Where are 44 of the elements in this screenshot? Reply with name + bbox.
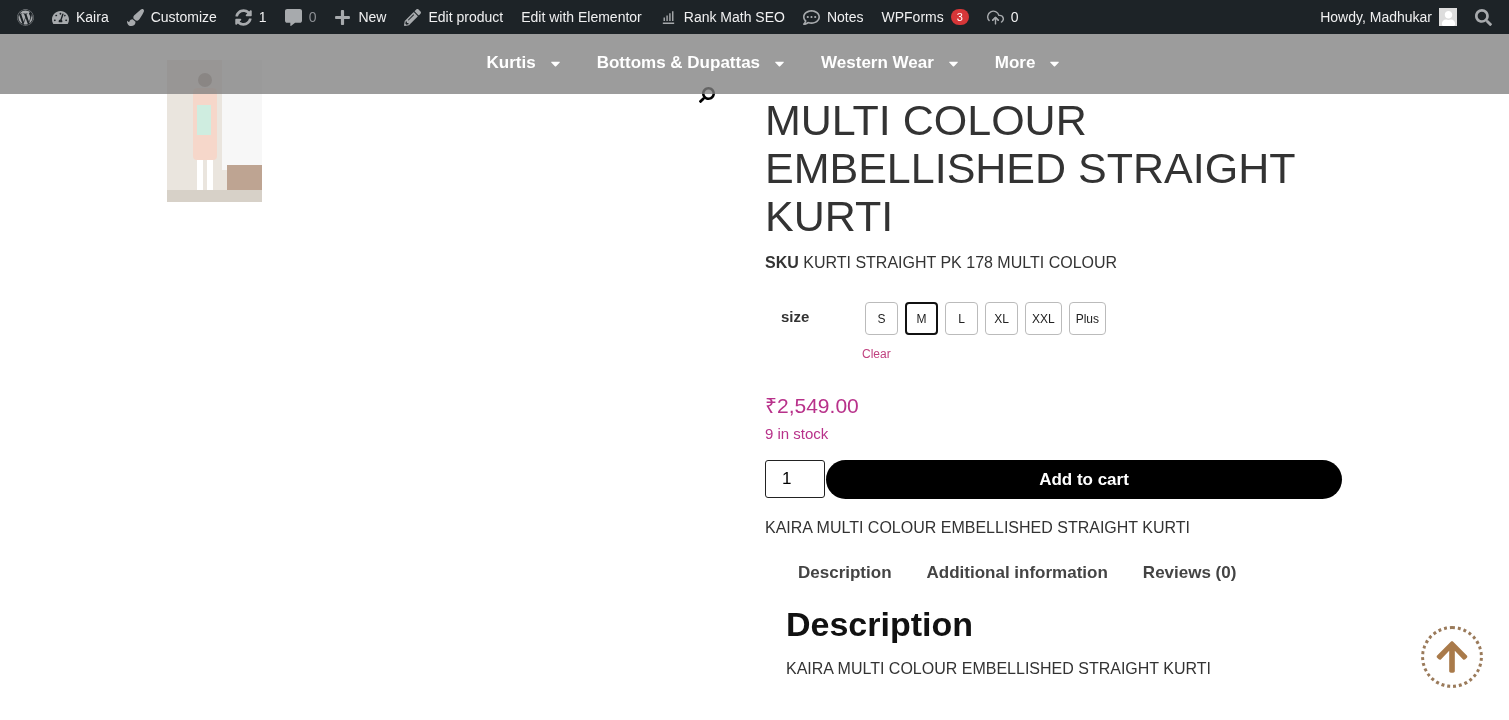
admin-bar-item[interactable]: Customize (117, 0, 226, 34)
sku: SKU KURTI STRAIGHT PK 178 MULTI COLOUR (765, 254, 1119, 272)
size-option[interactable]: L (945, 302, 978, 335)
stock-status: 9 in stock (765, 425, 830, 442)
admin-bar-item[interactable]: 1 (225, 0, 276, 34)
plus-icon (334, 8, 352, 26)
refresh-icon (234, 8, 252, 26)
admin-bar-item[interactable]: 0 (977, 0, 1028, 34)
admin-bar-item[interactable]: Edit product (395, 0, 513, 34)
size-option[interactable]: M (905, 302, 938, 335)
admin-bar-item[interactable]: WPForms 3 (872, 0, 978, 34)
admin-bar-item[interactable]: Rank Math SEO (650, 0, 794, 34)
description-text: KAIRA MULTI COLOUR EMBELLISHED STRAIGHT KURTI (786, 660, 1212, 678)
tab[interactable]: Reviews (0) (1142, 563, 1237, 583)
size-option[interactable]: XL (985, 302, 1018, 335)
admin-bar-item[interactable]: Kaira (43, 0, 118, 34)
speech-bubble-icon (802, 8, 820, 26)
admin-bar-item[interactable]: 0 (275, 0, 326, 34)
size-option[interactable]: XXL (1025, 302, 1062, 335)
count-badge: 3 (950, 9, 969, 25)
product-title: MULTI COLOUR EMBELLISHED STRAIGHT KURTI (765, 96, 1296, 240)
tab[interactable]: Description (798, 563, 892, 583)
admin-bar-item[interactable]: Notes (793, 0, 873, 34)
price: ₹2,549.00 (765, 393, 860, 419)
arrow-up-icon (1434, 639, 1470, 675)
short-description: KAIRA MULTI COLOUR EMBELLISHED STRAIGHT KURTI (765, 519, 1191, 537)
tab[interactable]: Additional information (926, 563, 1108, 583)
description-heading: Description (786, 605, 975, 644)
search-icon (1475, 8, 1492, 26)
clear-link[interactable]: Clear (862, 347, 1107, 361)
quantity-field[interactable]: 1 (765, 460, 825, 498)
comment-icon (284, 8, 302, 26)
brush-icon (126, 8, 144, 26)
upload-icon (986, 8, 1004, 26)
add-to-cart-button[interactable]: Add to cart (826, 460, 1342, 499)
avatar-icon (1439, 8, 1457, 26)
pencil-icon (404, 8, 422, 26)
account-menu[interactable]: Howdy, Madhukar (1311, 0, 1466, 34)
size-option[interactable]: Plus (1068, 302, 1107, 335)
gauge-icon (52, 8, 69, 26)
size-option[interactable]: S (865, 302, 898, 335)
admin-bar-item[interactable]: Edit with Elementor (512, 0, 651, 34)
admin-bar-item[interactable]: New (325, 0, 396, 34)
wordpress-logo-icon (17, 8, 34, 26)
